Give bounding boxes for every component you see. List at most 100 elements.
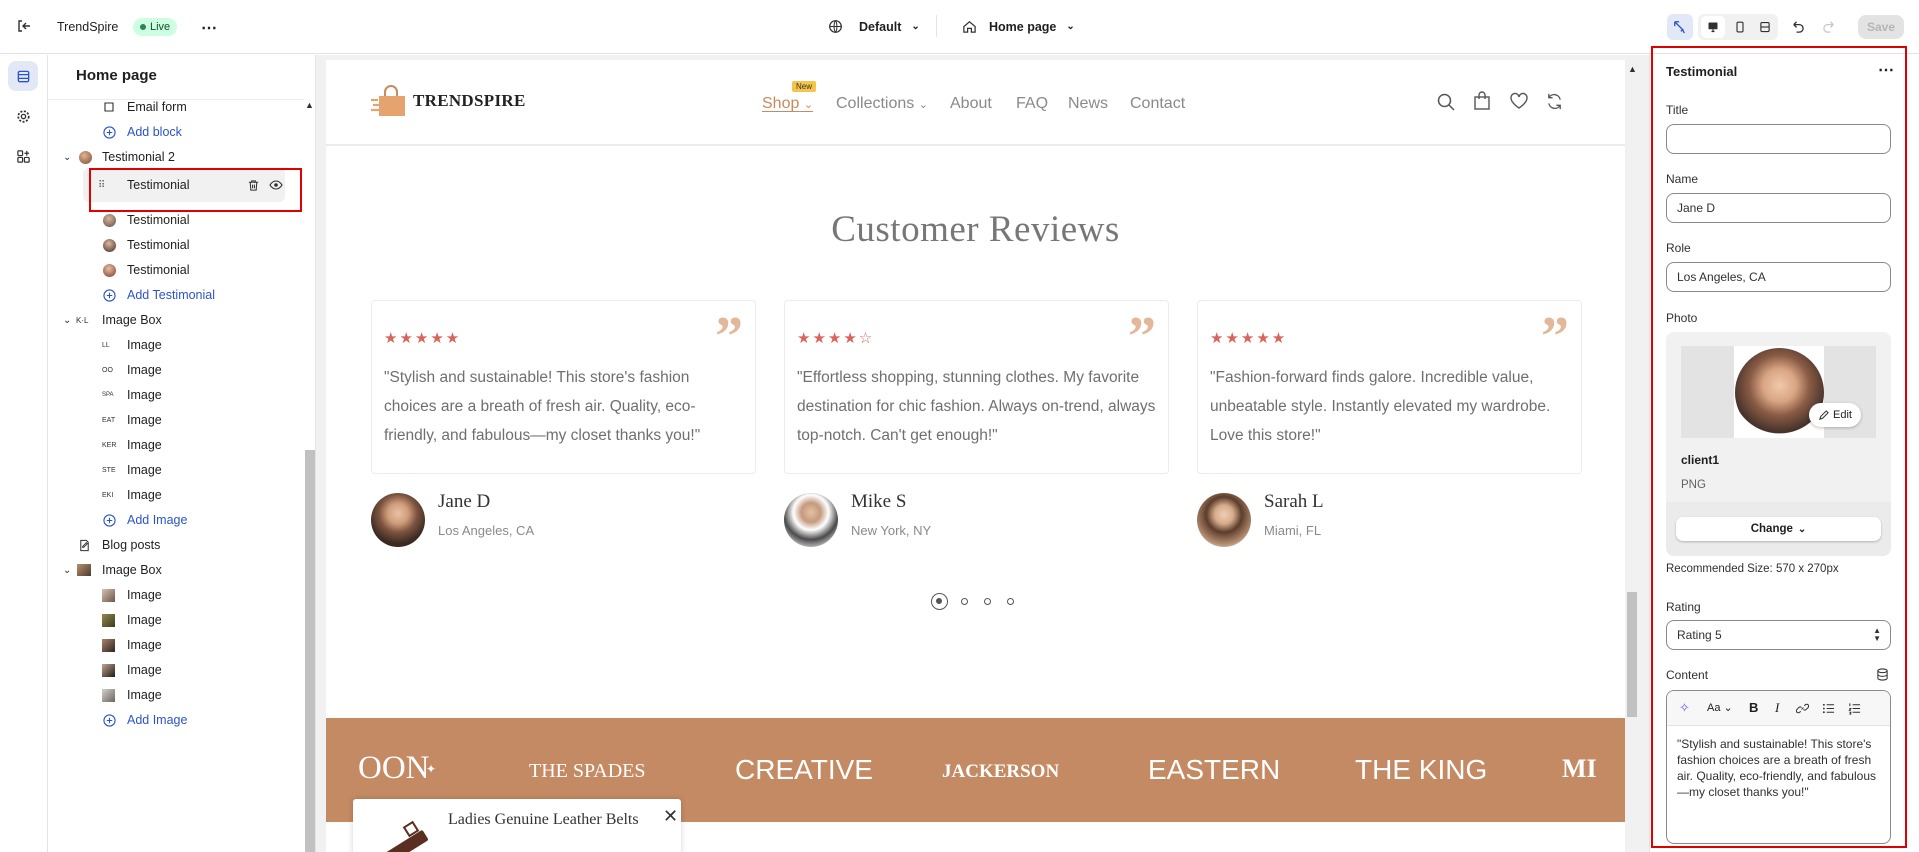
- tree-scrollbar[interactable]: ▲: [304, 100, 315, 852]
- tree-item-image[interactable]: Image: [48, 681, 304, 709]
- mobile-icon[interactable]: [1728, 16, 1752, 38]
- tree-item-testimonial[interactable]: Testimonial: [48, 256, 304, 284]
- tree-item-image[interactable]: LL Image: [48, 331, 304, 359]
- nav-news[interactable]: News: [1068, 95, 1108, 113]
- tree-item-image[interactable]: Image: [48, 631, 304, 659]
- close-icon[interactable]: ✕: [663, 806, 678, 827]
- globe-icon: [829, 20, 842, 33]
- tree-item-label: Image: [127, 488, 162, 502]
- title-input[interactable]: [1666, 124, 1891, 154]
- edit-photo-button[interactable]: Edit: [1809, 403, 1861, 427]
- shopping-bag-icon[interactable]: [1473, 91, 1491, 111]
- add-block-button[interactable]: Add block: [48, 118, 304, 146]
- pagination-dot[interactable]: [961, 598, 968, 605]
- nav-faq[interactable]: FAQ: [1016, 95, 1048, 113]
- scrollbar-thumb[interactable]: [305, 450, 315, 852]
- database-icon[interactable]: [1876, 668, 1889, 681]
- scrollbar-thumb[interactable]: [1627, 592, 1637, 717]
- page-selector[interactable]: Home page ⌄: [962, 19, 1075, 34]
- tree-item-label: Add block: [127, 125, 182, 139]
- pagination-dot[interactable]: [984, 598, 991, 605]
- more-actions-icon[interactable]: ⋯: [201, 18, 218, 38]
- undo-icon[interactable]: [1790, 19, 1805, 34]
- tree-item-testimonial[interactable]: Testimonial: [48, 206, 304, 234]
- tree-item-label: Testimonial: [127, 238, 190, 252]
- product-notification-popup[interactable]: Ladies Genuine Leather Belts ✕: [353, 799, 681, 852]
- theme-selector[interactable]: Default ⌄: [828, 19, 920, 34]
- image-thumbnail-icon: EAT: [102, 416, 116, 424]
- bullet-list-icon[interactable]: [1822, 702, 1835, 715]
- search-icon[interactable]: [1436, 92, 1456, 112]
- tree-section-testimonial-2[interactable]: ⌄ Testimonial 2: [48, 143, 304, 171]
- avatar: [103, 213, 116, 227]
- chevron-down-icon: ⌄: [63, 151, 72, 163]
- belt-product-image: [375, 817, 429, 852]
- apps-icon[interactable]: [8, 141, 38, 171]
- content-field-label: Content: [1666, 668, 1709, 682]
- section-title: Customer Reviews: [831, 209, 1120, 250]
- add-image-button[interactable]: Add Image: [48, 706, 304, 734]
- add-image-button[interactable]: Add Image: [48, 506, 304, 534]
- redo-icon[interactable]: [1822, 19, 1837, 34]
- image-thumbnail-icon: [102, 588, 115, 602]
- tree-item-image[interactable]: Image: [48, 581, 304, 609]
- pagination-dot[interactable]: [1007, 598, 1014, 605]
- nav-contact[interactable]: Contact: [1130, 95, 1185, 113]
- inspector-icon[interactable]: [1667, 14, 1693, 40]
- tree-section-image-box[interactable]: ⌄ K·L Image Box: [48, 306, 304, 334]
- tree-item-image[interactable]: EKI Image: [48, 481, 304, 509]
- tree-section-blog-posts[interactable]: Blog posts: [48, 531, 304, 559]
- numbered-list-icon[interactable]: [1848, 702, 1861, 715]
- nav-about[interactable]: About: [950, 95, 992, 113]
- add-testimonial-button[interactable]: Add Testimonial: [48, 281, 304, 309]
- tree-section-image-box[interactable]: ⌄ Image Box: [48, 556, 304, 584]
- site-logo[interactable]: TRENDSPIRE: [371, 84, 526, 118]
- role-field-label: Role: [1666, 241, 1691, 255]
- bold-icon[interactable]: B: [1749, 700, 1758, 715]
- plus-circle-icon: [103, 713, 116, 727]
- photo-file-name: client1: [1681, 453, 1720, 467]
- scroll-up-icon[interactable]: ▲: [305, 100, 314, 110]
- italic-icon[interactable]: I: [1775, 700, 1779, 716]
- sections-icon[interactable]: [8, 61, 38, 91]
- name-input[interactable]: Jane D: [1666, 193, 1891, 223]
- fullscreen-icon[interactable]: [1753, 16, 1777, 38]
- more-options-icon[interactable]: ⋯: [1878, 60, 1895, 80]
- chevron-down-icon: ⌄: [1066, 21, 1075, 32]
- nav-shop[interactable]: Shop ⌄: [762, 95, 813, 113]
- pagination-dot-active[interactable]: [931, 593, 948, 610]
- content-text[interactable]: "Stylish and sustainable! This store's f…: [1677, 736, 1882, 800]
- tree-item-image[interactable]: SPA Image: [48, 381, 304, 409]
- rich-text-editor[interactable]: ✧ Aa ⌄ B I "Stylish and sustainable! Thi…: [1666, 690, 1891, 844]
- desktop-icon[interactable]: [1701, 16, 1725, 38]
- brand-logo: THE SPADES: [529, 760, 646, 782]
- settings-gear-icon[interactable]: [8, 101, 38, 131]
- tree-item-image[interactable]: OO Image: [48, 356, 304, 384]
- scroll-up-icon[interactable]: ▲: [1628, 64, 1637, 74]
- tree-item-image[interactable]: STE Image: [48, 456, 304, 484]
- role-input[interactable]: Los Angeles, CA: [1666, 262, 1891, 292]
- exit-icon[interactable]: [16, 18, 32, 34]
- ai-sparkle-icon[interactable]: ✧: [1679, 700, 1690, 716]
- tree-item-email-form[interactable]: Email form: [48, 100, 304, 121]
- compare-refresh-icon[interactable]: [1545, 92, 1564, 111]
- link-icon[interactable]: [1796, 702, 1809, 715]
- canvas-scrollbar[interactable]: ▲: [1625, 60, 1639, 852]
- heart-icon[interactable]: [1509, 92, 1529, 110]
- rating-select[interactable]: Rating 5 ▲ ▼: [1666, 620, 1891, 650]
- text-style-icon[interactable]: Aa ⌄: [1707, 701, 1733, 714]
- avatar: [1735, 348, 1824, 437]
- review-text: "Fashion-forward finds galore. Incredibl…: [1210, 369, 1551, 444]
- change-photo-button[interactable]: Change ⌄: [1676, 517, 1881, 541]
- reviewer-location: Los Angeles, CA: [438, 523, 535, 538]
- nav-collections[interactable]: Collections ⌄: [836, 95, 928, 113]
- tree-item-image[interactable]: Image: [48, 656, 304, 684]
- storefront-preview: TRENDSPIRE Shop ⌄ New Collections ⌄ Abou…: [326, 60, 1625, 852]
- tree-item-image[interactable]: KER Image: [48, 431, 304, 459]
- tree-item-testimonial[interactable]: Testimonial: [48, 231, 304, 259]
- save-button[interactable]: Save: [1858, 15, 1904, 39]
- tree-item-image[interactable]: Image: [48, 606, 304, 634]
- tree-item-image[interactable]: EAT Image: [48, 406, 304, 434]
- image-thumbnail-icon: SPA: [102, 392, 114, 398]
- tree-item-label: Image Box: [102, 563, 162, 577]
